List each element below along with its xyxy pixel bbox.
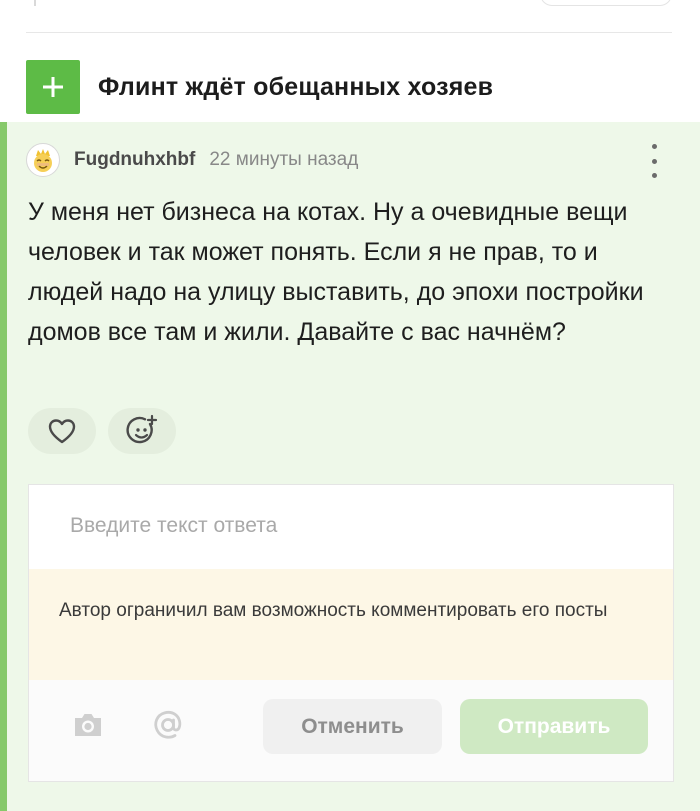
cancel-button[interactable]: Отменить <box>263 699 442 754</box>
comment-author[interactable]: Fugdnuhxhbf <box>74 149 195 171</box>
reply-input[interactable]: Введите текст ответа <box>29 485 673 569</box>
comment-meta: Fugdnuhxhbf 22 минуты назад <box>26 143 358 177</box>
more-options-icon[interactable] <box>646 144 662 178</box>
comment: Fugdnuhxhbf 22 минуты назад У меня нет б… <box>0 122 700 811</box>
post-title[interactable]: Флинт ждёт обещанных хозяев <box>98 73 493 102</box>
comment-timestamp[interactable]: 22 минуты назад <box>209 149 358 171</box>
plus-button[interactable] <box>26 60 80 114</box>
like-button[interactable] <box>28 408 96 454</box>
camera-icon[interactable] <box>71 708 105 742</box>
crowned-face-avatar-icon <box>34 149 52 172</box>
avatar[interactable] <box>26 143 60 177</box>
previous-content-pill <box>540 0 672 6</box>
restriction-notice: Автор ограничил вам возможность комменти… <box>29 569 673 680</box>
smile-add-icon <box>126 414 158 444</box>
reply-form: Введите текст ответа Автор ограничил вам… <box>28 484 674 782</box>
reply-toolbar: Отменить Отправить <box>29 680 673 781</box>
submit-button[interactable]: Отправить <box>460 699 648 754</box>
add-reaction-button[interactable] <box>108 408 176 454</box>
previous-content-edge <box>34 0 36 6</box>
divider <box>26 32 672 33</box>
post-header: Флинт ждёт обещанных хозяев <box>26 60 493 114</box>
comment-accent-bar <box>0 122 7 811</box>
plus-icon <box>43 77 63 97</box>
at-sign-icon[interactable] <box>151 708 185 742</box>
comment-text: У меня нет бизнеса на котах. Ну а очевид… <box>28 198 644 346</box>
page: Флинт ждёт обещанных хозяев Fugdnuhxhbf … <box>0 0 700 811</box>
heart-icon <box>48 419 76 444</box>
